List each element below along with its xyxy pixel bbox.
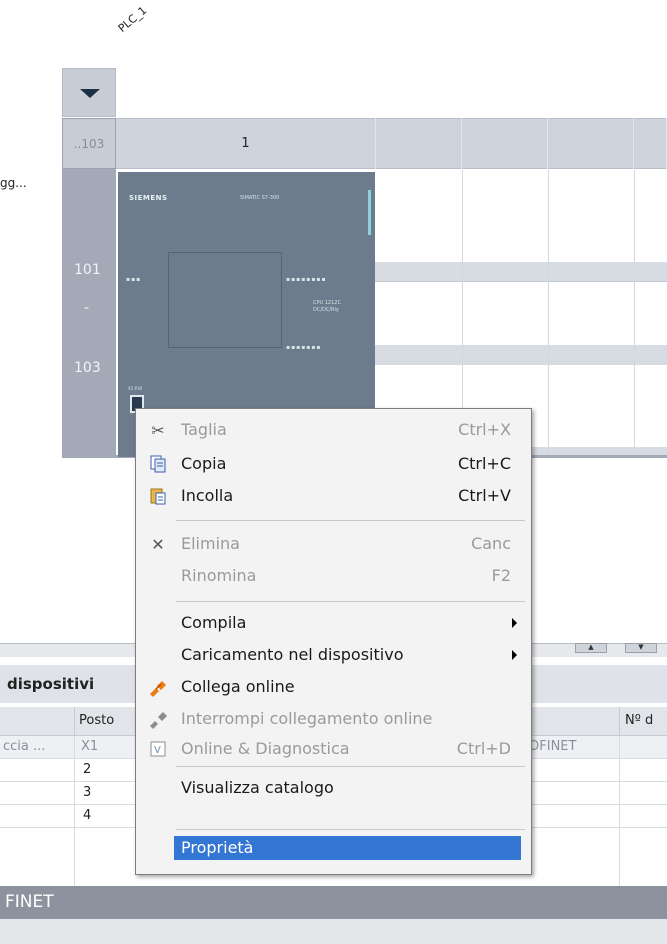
submenu-arrow-icon bbox=[512, 650, 517, 660]
menu-item-label: Visualizza catalogo bbox=[181, 778, 334, 797]
menu-item-label: Proprietà bbox=[181, 838, 254, 857]
scroll-up-icon[interactable]: ▲ bbox=[575, 643, 607, 653]
delete-x-icon: ✕ bbox=[151, 535, 165, 554]
submenu-arrow-icon bbox=[512, 618, 517, 628]
menu-item-incolla[interactable]: Incolla Ctrl+V bbox=[136, 481, 531, 511]
properties-title-bar[interactable]: FINET bbox=[0, 886, 667, 919]
table-cell-slot: 4 bbox=[83, 808, 92, 823]
table-cell-slot: 3 bbox=[83, 785, 92, 800]
menu-item-shortcut: Ctrl+X bbox=[458, 420, 511, 439]
context-menu: ✂ Taglia Ctrl+X Copia Ctrl+C Incolla Ctr… bbox=[135, 408, 532, 875]
table-cell-slot: 2 bbox=[83, 762, 92, 777]
menu-item-label: Online & Diagnostica bbox=[181, 739, 350, 758]
rack-band bbox=[375, 262, 667, 282]
menu-item-collega-online[interactable]: Collega online bbox=[136, 672, 531, 702]
menu-item-label: Rinomina bbox=[181, 566, 257, 585]
rack-row-label: gg... bbox=[0, 176, 27, 190]
menu-item-label: Elimina bbox=[181, 534, 240, 553]
menu-item-shortcut: Ctrl+C bbox=[457, 454, 511, 473]
column-header-slot[interactable]: Posto bbox=[79, 713, 114, 728]
menu-item-label: Incolla bbox=[181, 486, 234, 505]
slot-header-empty[interactable] bbox=[376, 118, 462, 169]
rack-row-number: 103 bbox=[74, 360, 101, 376]
triangle-down-icon bbox=[80, 89, 100, 98]
menu-item-copia[interactable]: Copia Ctrl+C bbox=[136, 449, 531, 479]
copy-icon bbox=[148, 455, 168, 475]
slot-header-empty[interactable] bbox=[548, 118, 634, 169]
menu-item-shortcut: Ctrl+V bbox=[458, 486, 511, 505]
grid-line bbox=[548, 170, 549, 455]
grid-line bbox=[634, 170, 635, 455]
menu-item-shortcut: F2 bbox=[491, 566, 511, 585]
menu-item-rinomina[interactable]: Rinomina F2 bbox=[136, 561, 531, 591]
menu-item-compila[interactable]: Compila bbox=[136, 608, 531, 638]
menu-item-label: Compila bbox=[181, 613, 247, 632]
module-led-strip bbox=[368, 190, 371, 235]
paste-icon bbox=[148, 487, 168, 507]
slot-header-empty[interactable] bbox=[462, 118, 548, 169]
rack-band bbox=[375, 345, 667, 365]
table-cell-module: ccia ... bbox=[3, 739, 46, 754]
properties-tab-strip bbox=[0, 919, 667, 944]
slot-header-empty[interactable] bbox=[634, 118, 667, 169]
module-brand: SIEMENS bbox=[129, 194, 168, 202]
slot-header-label: 1 bbox=[241, 136, 250, 151]
menu-item-label: Taglia bbox=[181, 420, 227, 439]
menu-item-label: Copia bbox=[181, 454, 227, 473]
go-offline-icon bbox=[148, 710, 168, 730]
go-online-icon bbox=[148, 678, 168, 698]
menu-item-elimina[interactable]: ✕ Elimina Canc bbox=[136, 529, 531, 559]
column-header-number[interactable]: Nº d bbox=[625, 713, 653, 728]
module-io-leds: ▪▪▪ bbox=[126, 276, 142, 283]
rack-row-dash: - bbox=[84, 300, 90, 316]
scroll-down-icon[interactable]: ▼ bbox=[625, 643, 657, 653]
menu-item-proprieta[interactable]: Proprietà bbox=[174, 836, 521, 860]
table-cell-slot: X1 bbox=[81, 739, 99, 754]
menu-item-visualizza-catalogo[interactable]: Visualizza catalogo bbox=[136, 773, 531, 803]
svg-text:V: V bbox=[154, 745, 161, 756]
rack-row-header bbox=[62, 118, 116, 458]
menu-item-label: Collega online bbox=[181, 677, 295, 696]
slot-range-header: ..103 bbox=[62, 118, 116, 169]
grid-line bbox=[375, 281, 667, 282]
device-overview-title-text: dispositivi bbox=[7, 675, 95, 693]
menu-item-interrompi[interactable]: Interrompi collegamento online bbox=[136, 704, 531, 734]
menu-item-caricamento[interactable]: Caricamento nel dispositivo bbox=[136, 640, 531, 670]
menu-item-shortcut: Ctrl+D bbox=[456, 739, 511, 758]
diagnostics-icon: V bbox=[148, 740, 168, 760]
properties-title: FINET bbox=[5, 892, 54, 912]
module-io-leds: ▪▪▪▪▪▪▪▪ bbox=[286, 276, 327, 283]
plc-label: PLC_1 bbox=[115, 3, 150, 35]
slot-header-1[interactable]: 1 bbox=[116, 118, 376, 169]
module-cpu-label: CPU 1212C DC/DC/Rly bbox=[313, 300, 341, 313]
module-model: SIMATIC S7-300 bbox=[240, 195, 280, 201]
module-port-label: X1 P1R bbox=[128, 386, 143, 391]
module-front-panel bbox=[168, 252, 282, 348]
menu-item-online-diagnostica[interactable]: V Online & Diagnostica Ctrl+D bbox=[136, 734, 531, 764]
slot-range-label: ..103 bbox=[73, 136, 105, 151]
menu-item-taglia[interactable]: ✂ Taglia Ctrl+X bbox=[136, 415, 531, 445]
menu-item-label: Interrompi collegamento online bbox=[181, 709, 433, 728]
menu-item-label: Caricamento nel dispositivo bbox=[181, 645, 404, 664]
module-io-leds: ▪▪▪▪▪▪▪ bbox=[286, 344, 322, 351]
scissors-icon: ✂ bbox=[151, 421, 165, 440]
rack-dropdown-button[interactable] bbox=[62, 68, 116, 117]
rack-row-number: 101 bbox=[74, 262, 101, 278]
menu-item-shortcut: Canc bbox=[471, 534, 511, 553]
